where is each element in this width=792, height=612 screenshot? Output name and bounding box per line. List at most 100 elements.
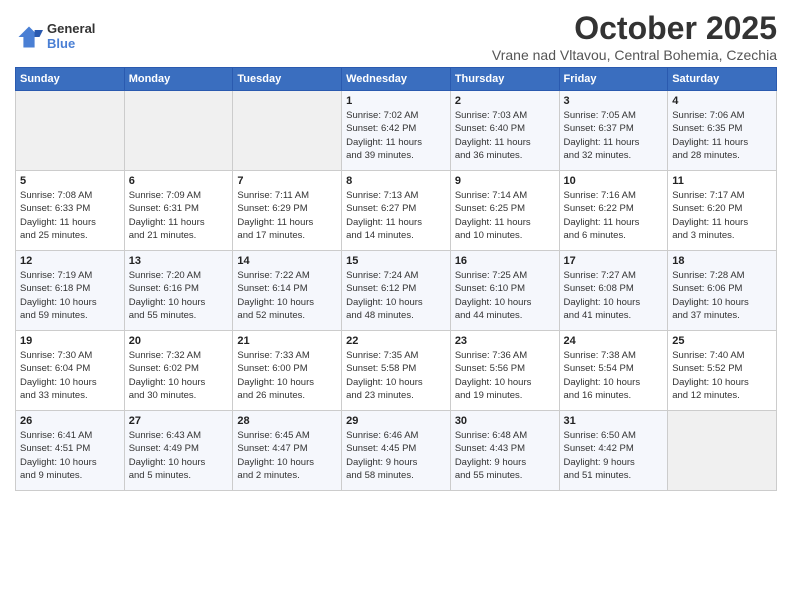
day-number: 10 [564,175,664,187]
weekday-header-tuesday: Tuesday [233,68,342,91]
week-row-0: 1 Sunrise: 7:02 AM Sunset: 6:42 PM Daylig… [16,91,777,171]
day-info: Sunrise: 6:48 AM Sunset: 4:43 PM Dayligh… [455,429,555,482]
day-cell [233,91,342,171]
day-info: Sunrise: 6:50 AM Sunset: 4:42 PM Dayligh… [564,429,664,482]
day-number: 14 [237,255,337,267]
weekday-row: SundayMondayTuesdayWednesdayThursdayFrid… [16,68,777,91]
day-info: Sunrise: 7:40 AM Sunset: 5:52 PM Dayligh… [672,349,772,402]
day-number: 19 [20,335,120,347]
day-cell: 17 Sunrise: 7:27 AM Sunset: 6:08 PM Dayli… [559,251,668,331]
day-info: Sunrise: 7:05 AM Sunset: 6:37 PM Dayligh… [564,109,664,162]
day-info: Sunrise: 7:35 AM Sunset: 5:58 PM Dayligh… [346,349,446,402]
day-cell: 27 Sunrise: 6:43 AM Sunset: 4:49 PM Dayli… [124,411,233,491]
day-cell: 23Sunrise: 7:36 AM Sunset: 5:56 PM Dayli… [450,331,559,411]
day-info: Sunrise: 7:08 AM Sunset: 6:33 PM Dayligh… [20,189,120,242]
week-row-1: 5Sunrise: 7:08 AM Sunset: 6:33 PM Daylig… [16,171,777,251]
day-cell: 15 Sunrise: 7:24 AM Sunset: 6:12 PM Dayli… [342,251,451,331]
day-info: Sunrise: 6:43 AM Sunset: 4:49 PM Dayligh… [129,429,229,482]
day-info: Sunrise: 7:25 AM Sunset: 6:10 PM Dayligh… [455,269,555,322]
day-cell [16,91,125,171]
day-number: 8 [346,175,446,187]
day-cell: 25 Sunrise: 7:40 AM Sunset: 5:52 PM Dayli… [668,331,777,411]
day-cell: 19Sunrise: 7:30 AM Sunset: 6:04 PM Dayli… [16,331,125,411]
weekday-header-thursday: Thursday [450,68,559,91]
day-cell: 4Sunrise: 7:06 AM Sunset: 6:35 PM Daylig… [668,91,777,171]
day-cell: 3 Sunrise: 7:05 AM Sunset: 6:37 PM Daylig… [559,91,668,171]
day-number: 15 [346,255,446,267]
week-row-2: 12 Sunrise: 7:19 AM Sunset: 6:18 PM Dayli… [16,251,777,331]
day-number: 3 [564,95,664,107]
day-info: Sunrise: 7:14 AM Sunset: 6:25 PM Dayligh… [455,189,555,242]
day-number: 21 [237,335,337,347]
day-info: Sunrise: 7:20 AM Sunset: 6:16 PM Dayligh… [129,269,229,322]
day-number: 2 [455,95,555,107]
day-cell: 5Sunrise: 7:08 AM Sunset: 6:33 PM Daylig… [16,171,125,251]
day-cell: 10Sunrise: 7:16 AM Sunset: 6:22 PM Dayli… [559,171,668,251]
calendar-body: 1 Sunrise: 7:02 AM Sunset: 6:42 PM Daylig… [16,91,777,491]
day-number: 28 [237,415,337,427]
day-info: Sunrise: 6:41 AM Sunset: 4:51 PM Dayligh… [20,429,120,482]
day-info: Sunrise: 7:03 AM Sunset: 6:40 PM Dayligh… [455,109,555,162]
day-cell: 11 Sunrise: 7:17 AM Sunset: 6:20 PM Dayli… [668,171,777,251]
day-number: 16 [455,255,555,267]
day-cell: 13Sunrise: 7:20 AM Sunset: 6:16 PM Dayli… [124,251,233,331]
page-header: General Blue October 2025 Vrane nad Vlta… [15,10,777,63]
day-info: Sunrise: 7:09 AM Sunset: 6:31 PM Dayligh… [129,189,229,242]
day-info: Sunrise: 7:13 AM Sunset: 6:27 PM Dayligh… [346,189,446,242]
day-cell: 22Sunrise: 7:35 AM Sunset: 5:58 PM Dayli… [342,331,451,411]
day-number: 20 [129,335,229,347]
day-cell: 29Sunrise: 6:46 AM Sunset: 4:45 PM Dayli… [342,411,451,491]
day-info: Sunrise: 7:02 AM Sunset: 6:42 PM Dayligh… [346,109,446,162]
day-number: 18 [672,255,772,267]
weekday-header-friday: Friday [559,68,668,91]
day-cell [124,91,233,171]
month-title: October 2025 [492,10,777,47]
logo-icon [15,23,43,51]
logo-line1: General [47,22,95,36]
day-cell: 28 Sunrise: 6:45 AM Sunset: 4:47 PM Dayli… [233,411,342,491]
day-cell: 1 Sunrise: 7:02 AM Sunset: 6:42 PM Daylig… [342,91,451,171]
day-info: Sunrise: 7:27 AM Sunset: 6:08 PM Dayligh… [564,269,664,322]
day-cell: 24Sunrise: 7:38 AM Sunset: 5:54 PM Dayli… [559,331,668,411]
day-info: Sunrise: 7:06 AM Sunset: 6:35 PM Dayligh… [672,109,772,162]
day-number: 27 [129,415,229,427]
day-cell: 6 Sunrise: 7:09 AM Sunset: 6:31 PM Daylig… [124,171,233,251]
day-info: Sunrise: 7:19 AM Sunset: 6:18 PM Dayligh… [20,269,120,322]
day-cell: 14Sunrise: 7:22 AM Sunset: 6:14 PM Dayli… [233,251,342,331]
weekday-header-monday: Monday [124,68,233,91]
day-number: 17 [564,255,664,267]
day-number: 9 [455,175,555,187]
day-number: 30 [455,415,555,427]
week-row-3: 19Sunrise: 7:30 AM Sunset: 6:04 PM Dayli… [16,331,777,411]
day-info: Sunrise: 7:17 AM Sunset: 6:20 PM Dayligh… [672,189,772,242]
day-number: 26 [20,415,120,427]
weekday-header-saturday: Saturday [668,68,777,91]
day-number: 12 [20,255,120,267]
day-cell: 31Sunrise: 6:50 AM Sunset: 4:42 PM Dayli… [559,411,668,491]
day-cell: 20 Sunrise: 7:32 AM Sunset: 6:02 PM Dayli… [124,331,233,411]
day-info: Sunrise: 6:45 AM Sunset: 4:47 PM Dayligh… [237,429,337,482]
weekday-header-wednesday: Wednesday [342,68,451,91]
day-cell: 18Sunrise: 7:28 AM Sunset: 6:06 PM Dayli… [668,251,777,331]
logo: General Blue [15,22,95,51]
logo-text: General Blue [47,22,95,51]
calendar-table: SundayMondayTuesdayWednesdayThursdayFrid… [15,67,777,491]
day-cell: 26 Sunrise: 6:41 AM Sunset: 4:51 PM Dayli… [16,411,125,491]
day-number: 1 [346,95,446,107]
day-number: 6 [129,175,229,187]
day-number: 25 [672,335,772,347]
day-info: Sunrise: 6:46 AM Sunset: 4:45 PM Dayligh… [346,429,446,482]
day-cell: 9 Sunrise: 7:14 AM Sunset: 6:25 PM Daylig… [450,171,559,251]
weekday-header-sunday: Sunday [16,68,125,91]
day-info: Sunrise: 7:24 AM Sunset: 6:12 PM Dayligh… [346,269,446,322]
day-cell: 12 Sunrise: 7:19 AM Sunset: 6:18 PM Dayli… [16,251,125,331]
day-cell: 8 Sunrise: 7:13 AM Sunset: 6:27 PM Daylig… [342,171,451,251]
location: Vrane nad Vltavou, Central Bohemia, Czec… [492,47,777,63]
calendar-header: SundayMondayTuesdayWednesdayThursdayFrid… [16,68,777,91]
week-row-4: 26 Sunrise: 6:41 AM Sunset: 4:51 PM Dayli… [16,411,777,491]
day-info: Sunrise: 7:36 AM Sunset: 5:56 PM Dayligh… [455,349,555,402]
day-info: Sunrise: 7:33 AM Sunset: 6:00 PM Dayligh… [237,349,337,402]
day-info: Sunrise: 7:32 AM Sunset: 6:02 PM Dayligh… [129,349,229,402]
day-number: 11 [672,175,772,187]
title-section: October 2025 Vrane nad Vltavou, Central … [492,10,777,63]
